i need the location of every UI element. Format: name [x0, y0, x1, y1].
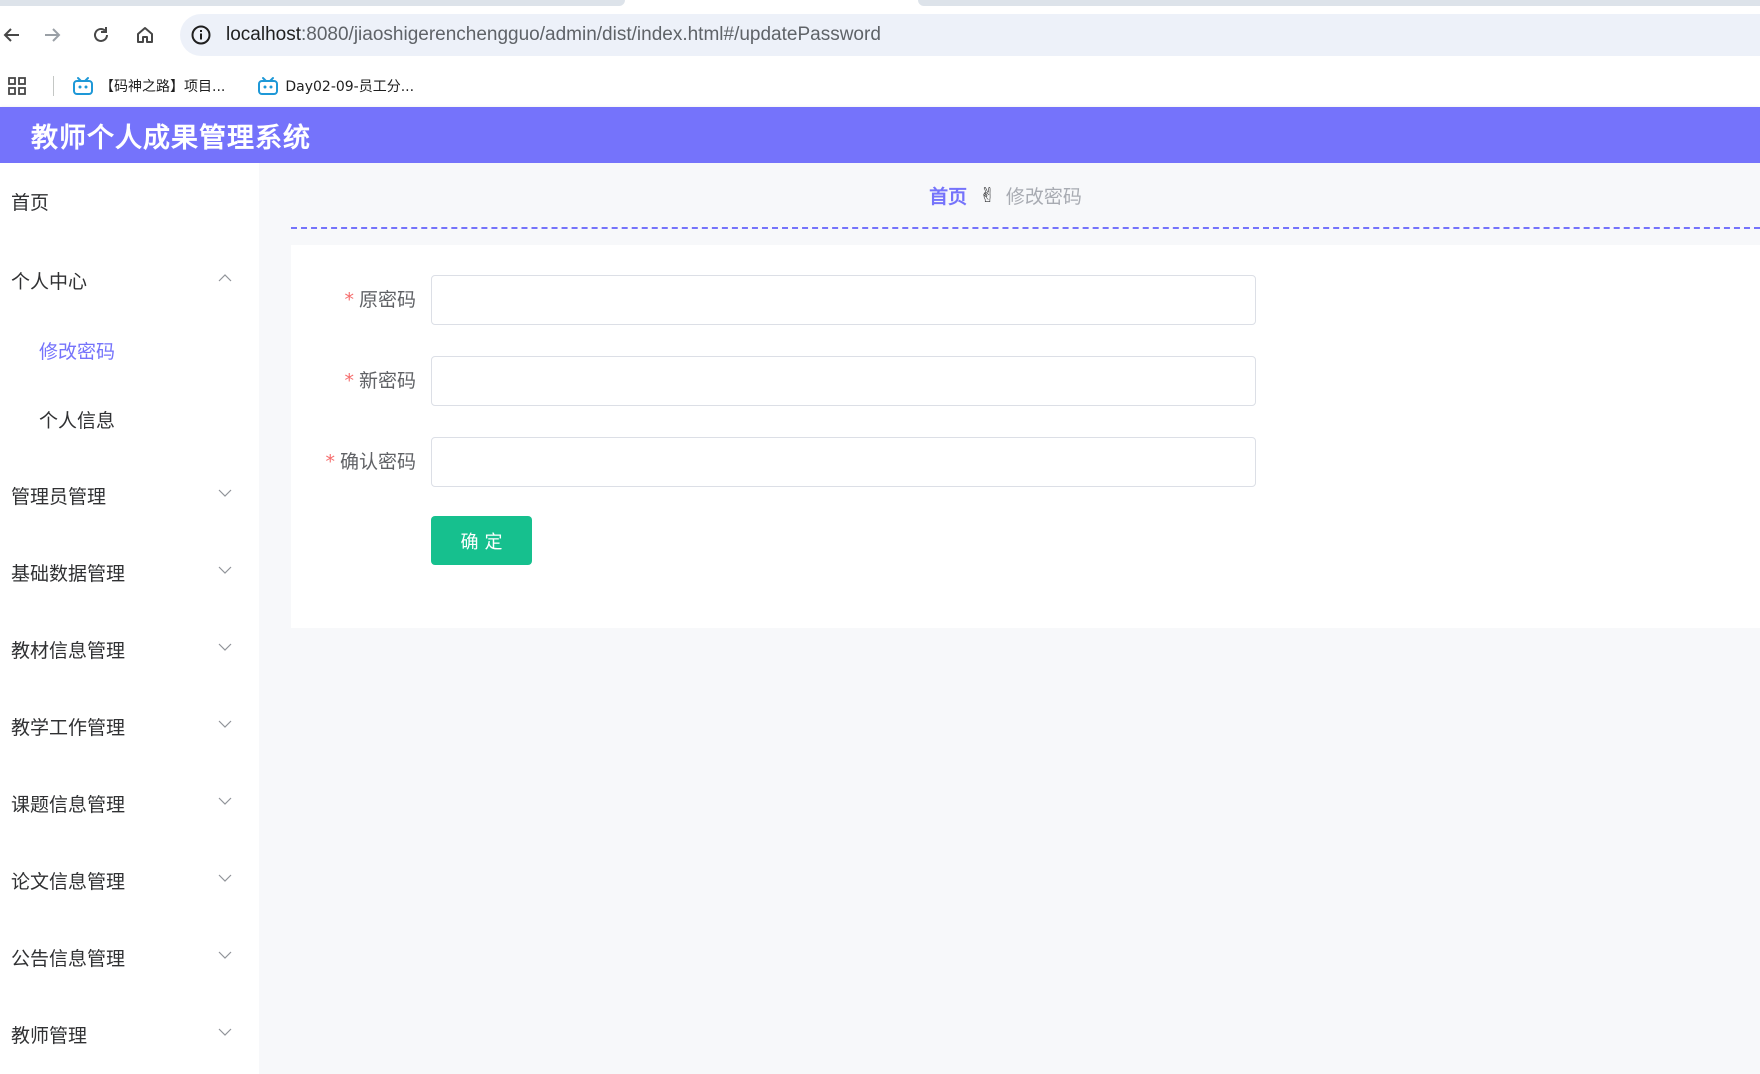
- app-header: 教师个人成果管理系统: [0, 107, 1760, 163]
- old-password-field[interactable]: [431, 275, 1256, 325]
- home-icon[interactable]: [128, 18, 162, 52]
- browser-toolbar: localhost:8080/jiaoshigerenchengguo/admi…: [0, 6, 1760, 64]
- sidebar-item-label: 教师管理: [11, 1024, 88, 1047]
- site-info-icon[interactable]: [190, 24, 212, 46]
- chevron-down-icon: [218, 566, 232, 574]
- form-label-text: 确认密码: [339, 451, 416, 473]
- chevron-down-icon: [218, 489, 232, 497]
- chevron-down-icon: [218, 951, 232, 959]
- bookmark-item-2[interactable]: Day02-09-员工分...: [257, 76, 414, 96]
- reload-icon[interactable]: [84, 18, 118, 52]
- app-title: 教师个人成果管理系统: [31, 122, 311, 154]
- confirm-password-label: * 确认密码: [291, 437, 416, 487]
- chevron-down-icon: [218, 797, 232, 805]
- chevron-up-icon: [218, 274, 232, 282]
- sidebar-item-label: 课题信息管理: [11, 793, 126, 816]
- sidebar-item-basic-data[interactable]: 基础数据管理: [0, 542, 259, 602]
- sidebar-item-admin-management[interactable]: 管理员管理: [0, 465, 259, 525]
- chevron-down-icon: [218, 720, 232, 728]
- sidebar-item-label: 基础数据管理: [11, 562, 126, 585]
- address-url[interactable]: localhost:8080/jiaoshigerenchengguo/admi…: [226, 24, 881, 46]
- breadcrumb-current: 修改密码: [1005, 185, 1082, 208]
- bilibili-icon: [258, 76, 279, 95]
- forward-arrow-icon[interactable]: [35, 18, 69, 52]
- form-label-text: 原密码: [358, 289, 416, 311]
- bookmarks-separator: [53, 75, 54, 96]
- required-asterisk: *: [344, 289, 354, 311]
- chevron-down-icon: [218, 643, 232, 651]
- sidebar-item-change-password[interactable]: 修改密码: [0, 320, 259, 380]
- bookmarks-bar: 【码神之路】项目... Day02-09-员工分...: [0, 64, 1760, 107]
- main-content: 首页 ✌ 修改密码 * 原密码 * 新密码 * 确认密码 确定: [259, 163, 1760, 1074]
- sidebar-item-textbook-info[interactable]: 教材信息管理: [0, 619, 259, 679]
- new-password-field[interactable]: [431, 356, 1256, 406]
- url-path: :8080/jiaoshigerenchengguo/admin/dist/in…: [301, 24, 881, 45]
- sidebar-item-paper-info[interactable]: 论文信息管理: [0, 850, 259, 910]
- required-asterisk: *: [325, 451, 335, 473]
- breadcrumb-home-link[interactable]: 首页: [929, 182, 967, 209]
- sidebar-item-personal-center[interactable]: 个人中心: [0, 250, 259, 310]
- sidebar-item-teaching-work[interactable]: 教学工作管理: [0, 696, 259, 756]
- sidebar-item-teacher-management[interactable]: 教师管理: [0, 1004, 259, 1064]
- sidebar-item-label: 教学工作管理: [11, 716, 126, 739]
- form-row-new-password: * 新密码: [291, 356, 1760, 406]
- victory-hand-icon: ✌: [979, 183, 996, 207]
- bookmark-label: 【码神之路】项目...: [100, 78, 226, 95]
- sidebar-item-label: 修改密码: [39, 340, 116, 363]
- apps-grid-icon[interactable]: [7, 76, 27, 96]
- form-row-confirm-password: * 确认密码: [291, 437, 1760, 487]
- sidebar-item-personal-info[interactable]: 个人信息: [0, 389, 259, 449]
- form-row-old-password: * 原密码: [291, 275, 1760, 325]
- sidebar-item-home[interactable]: 首页: [0, 171, 259, 231]
- sidebar-item-label: 个人中心: [11, 270, 88, 293]
- old-password-label: * 原密码: [291, 275, 416, 325]
- bilibili-icon: [73, 76, 93, 95]
- new-password-label: * 新密码: [291, 356, 416, 406]
- sidebar-item-notice-info[interactable]: 公告信息管理: [0, 927, 259, 987]
- confirm-button[interactable]: 确定: [431, 516, 532, 565]
- url-host: localhost: [226, 24, 301, 45]
- chevron-down-icon: [218, 874, 232, 882]
- sidebar: 首页 个人中心 修改密码 个人信息 管理员管理 基础数据管理 教材信息管理 教学…: [0, 163, 259, 1074]
- sidebar-item-label: 教材信息管理: [11, 639, 126, 662]
- confirm-password-field[interactable]: [431, 437, 1256, 487]
- password-form: * 原密码 * 新密码 * 确认密码 确定: [291, 245, 1760, 628]
- address-bar[interactable]: localhost:8080/jiaoshigerenchengguo/admi…: [180, 14, 1760, 56]
- sidebar-item-label: 管理员管理: [11, 485, 107, 508]
- sidebar-item-label: 论文信息管理: [11, 870, 126, 893]
- breadcrumb: 首页 ✌ 修改密码: [291, 163, 1760, 229]
- sidebar-item-label: 公告信息管理: [11, 947, 126, 970]
- required-asterisk: *: [344, 370, 354, 392]
- bookmark-item-1[interactable]: 【码神之路】项目...: [72, 76, 225, 96]
- chevron-down-icon: [218, 1028, 232, 1036]
- bookmark-label: Day02-09-员工分...: [285, 78, 415, 95]
- sidebar-item-project-info[interactable]: 课题信息管理: [0, 773, 259, 833]
- sidebar-item-label: 首页: [11, 191, 50, 214]
- form-label-text: 新密码: [358, 370, 416, 392]
- back-arrow-icon[interactable]: [0, 18, 29, 52]
- sidebar-item-label: 个人信息: [39, 409, 116, 432]
